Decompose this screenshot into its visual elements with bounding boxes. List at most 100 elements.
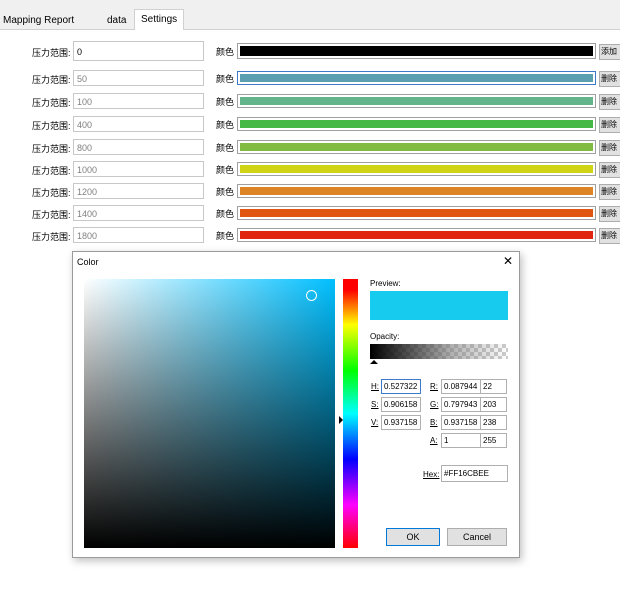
tab-settings[interactable]: Settings [134, 9, 185, 30]
delete-button[interactable]: 删除 [599, 162, 620, 178]
opacity-slider[interactable] [370, 344, 508, 359]
pressure-range-input[interactable]: 800 [73, 139, 204, 155]
color-swatch-fill [240, 97, 593, 105]
color-swatch-button[interactable] [237, 71, 596, 85]
pressure-range-label: 压力范围: [32, 188, 71, 198]
hue-slider-arrow-icon[interactable] [339, 416, 343, 424]
opacity-label: Opacity: [370, 332, 400, 341]
g-field[interactable]: 0.797943 [441, 397, 481, 412]
hue-slider[interactable] [343, 279, 358, 548]
pressure-range-label: 压力范围: [32, 98, 71, 108]
pressure-range-label: 压力范围: [32, 48, 71, 58]
pressure-range-input[interactable]: 400 [73, 116, 204, 132]
pressure-row: 压力范围: 1800 颜色 删除 [0, 226, 620, 246]
pressure-range-input[interactable]: 100 [73, 93, 204, 109]
pressure-row: 压力范围: 800 颜色 删除 [0, 138, 620, 158]
dialog-title: Color [77, 257, 99, 267]
color-label: 颜色 [216, 143, 235, 153]
delete-button[interactable]: 删除 [599, 184, 620, 200]
s-label: S: [371, 400, 379, 409]
color-label: 颜色 [216, 120, 235, 130]
color-swatch-fill [240, 231, 593, 239]
tab-baseline [0, 29, 620, 30]
h-field[interactable]: 0.527322 [381, 379, 421, 394]
color-swatch-button[interactable] [237, 117, 596, 131]
opacity-slider-arrow-icon[interactable] [370, 360, 378, 364]
delete-button[interactable]: 删除 [599, 228, 620, 244]
delete-button[interactable]: 删除 [599, 140, 620, 156]
v-label: V: [371, 418, 379, 427]
color-swatch-fill [240, 187, 593, 195]
color-swatch-button[interactable] [237, 140, 596, 154]
pressure-range-input[interactable]: 1000 [73, 161, 204, 177]
pressure-range-input[interactable]: 1200 [73, 183, 204, 199]
color-swatch-button[interactable] [237, 94, 596, 108]
pressure-row: 压力范围: 50 颜色 删除 [0, 69, 620, 89]
pressure-range-label: 压力范围: [32, 232, 71, 242]
color-label: 颜色 [216, 209, 235, 219]
b-int-field[interactable]: 238 [480, 415, 507, 430]
color-swatch-button[interactable] [237, 162, 596, 176]
color-swatch-fill [240, 46, 593, 56]
pressure-range-input[interactable]: 1800 [73, 227, 204, 243]
pressure-range-input[interactable]: 0 [73, 41, 204, 61]
a-label: A: [430, 436, 438, 445]
pressure-range-input[interactable]: 50 [73, 70, 204, 86]
s-field[interactable]: 0.906158 [381, 397, 421, 412]
pressure-row: 压力范围: 400 颜色 删除 [0, 115, 620, 135]
color-swatch-fill [240, 209, 593, 217]
delete-button[interactable]: 删除 [599, 206, 620, 222]
a-field[interactable]: 1 [441, 433, 481, 448]
delete-button[interactable]: 删除 [599, 71, 620, 87]
preview-label: Preview: [370, 279, 401, 288]
pressure-row: 压力范围: 100 颜色 删除 [0, 92, 620, 112]
color-swatch-fill [240, 143, 593, 151]
pressure-row: 压力范围: 0 颜色 添加 [0, 41, 620, 62]
r-label: R: [430, 382, 438, 391]
cancel-button[interactable]: Cancel [447, 528, 507, 546]
r-int-field[interactable]: 22 [480, 379, 507, 394]
color-swatch-fill [240, 74, 593, 82]
v-field[interactable]: 0.937158 [381, 415, 421, 430]
a-int-field[interactable]: 255 [480, 433, 507, 448]
color-dialog: Color ✕ Preview: Opacity: H: 0.527322 S:… [72, 251, 520, 558]
pressure-range-label: 压力范围: [32, 210, 71, 220]
hex-field[interactable]: #FF16CBEE [441, 465, 508, 482]
hex-label: Hex: [423, 470, 440, 479]
h-label: H: [371, 382, 379, 391]
close-icon[interactable]: ✕ [503, 255, 513, 267]
color-swatch-button[interactable] [237, 206, 596, 220]
picker-handle[interactable] [306, 290, 317, 301]
color-label: 颜色 [216, 47, 235, 57]
color-label: 颜色 [216, 231, 235, 241]
color-swatch-button[interactable] [237, 184, 596, 198]
tab-bar: Mapping Report data Settings [0, 0, 620, 30]
pressure-range-input[interactable]: 1400 [73, 205, 204, 221]
b-label: B: [430, 418, 438, 427]
pressure-range-label: 压力范围: [32, 166, 71, 176]
b-field[interactable]: 0.937158 [441, 415, 481, 430]
color-label: 颜色 [216, 97, 235, 107]
color-swatch-button[interactable] [237, 43, 596, 59]
delete-button[interactable]: 删除 [599, 117, 620, 133]
color-swatch-button[interactable] [237, 228, 596, 242]
saturation-value-picker[interactable] [84, 279, 335, 548]
color-preview [370, 291, 508, 320]
color-label: 颜色 [216, 74, 235, 84]
pressure-row: 压力范围: 1400 颜色 删除 [0, 204, 620, 224]
pressure-range-label: 压力范围: [32, 144, 71, 154]
add-button[interactable]: 添加 [599, 44, 620, 60]
color-label: 颜色 [216, 187, 235, 197]
ok-button[interactable]: OK [386, 528, 440, 546]
tab-mapping-report[interactable]: Mapping Report [3, 12, 74, 29]
delete-button[interactable]: 删除 [599, 94, 620, 110]
r-field[interactable]: 0.087944 [441, 379, 481, 394]
color-swatch-fill [240, 120, 593, 128]
pressure-row: 压力范围: 1000 颜色 删除 [0, 160, 620, 180]
pressure-range-label: 压力范围: [32, 75, 71, 85]
g-label: G: [430, 400, 439, 409]
color-label: 颜色 [216, 165, 235, 175]
tab-data[interactable]: data [107, 12, 126, 29]
g-int-field[interactable]: 203 [480, 397, 507, 412]
color-swatch-fill [240, 165, 593, 173]
